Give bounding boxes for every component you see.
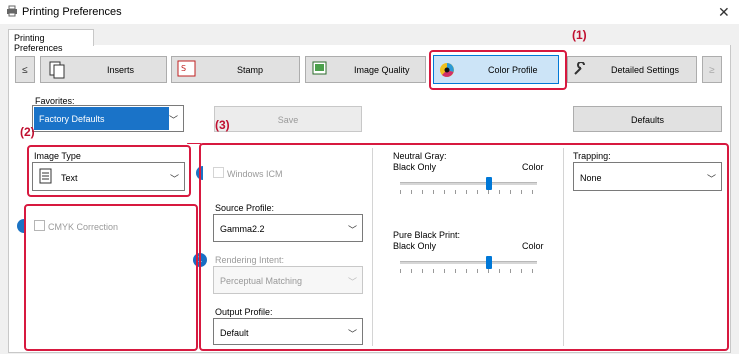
highlight-box-2 [27,145,191,197]
favorites-select[interactable]: Factory Defaults ﹀ [32,105,184,132]
image-quality-label: Image Quality [354,65,410,75]
highlight-box-3 [199,143,729,351]
wrench-icon [574,62,585,75]
tab-printing-preferences[interactable]: Printing Preferences [8,29,94,53]
highlight-connector [187,143,201,144]
stamp-icon: S [177,60,196,77]
collapse-indicator-icon[interactable] [17,219,24,233]
annotation-3: (3) [215,118,230,132]
next-icon: ≥ [709,65,715,76]
annotation-2: (2) [20,125,35,139]
prev-icon: ≤ [22,65,28,76]
scroll-right-button[interactable]: ≥ [702,56,722,83]
inserts-label: Inserts [107,65,135,75]
detailed-settings-button[interactable]: Detailed Settings [567,56,697,83]
highlight-box-2b [24,204,198,351]
image-quality-button[interactable]: Image Quality [305,56,426,83]
window-title: Printing Preferences [22,6,122,18]
image-quality-icon [312,61,327,75]
stamp-label: Stamp [237,65,264,75]
printer-icon [7,5,17,17]
detailed-settings-label: Detailed Settings [611,65,680,75]
save-button[interactable]: Save [214,106,362,132]
stamp-button[interactable]: S Stamp [171,56,300,83]
svg-text:S: S [181,64,186,73]
favorites-value: Factory Defaults [39,114,105,124]
inserts-button[interactable]: Inserts [40,56,167,83]
close-icon[interactable]: ✕ [718,4,730,21]
inserts-icon [49,61,65,79]
scroll-left-button[interactable]: ≤ [15,56,35,83]
annotation-1: (1) [572,28,587,42]
chevron-down-icon: ﹀ [168,115,178,125]
highlight-box-1 [429,50,567,90]
defaults-button[interactable]: Defaults [573,106,722,132]
